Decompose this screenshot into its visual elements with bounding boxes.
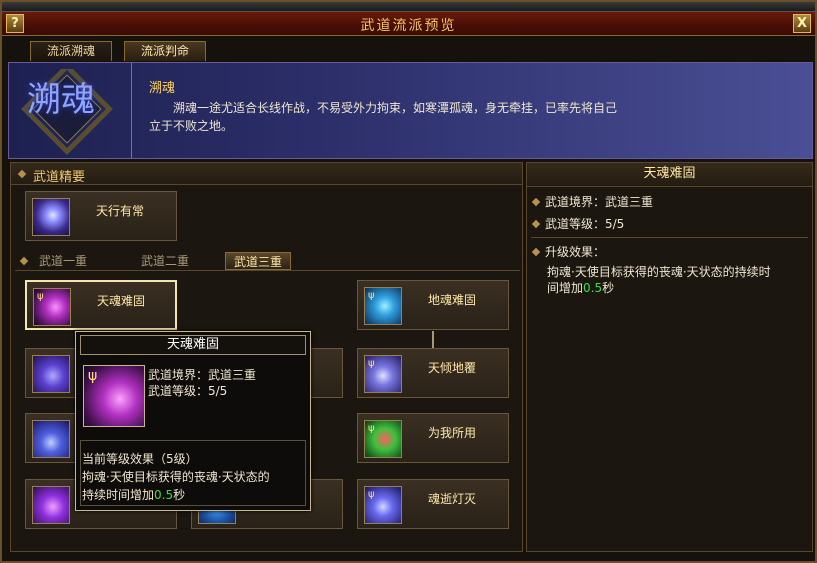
tab-bar: 流派溯魂 流派判命 — [30, 41, 207, 61]
upgrade-text-2: 间增加0.5秒 — [547, 279, 614, 296]
tooltip-realm: 武道境界：武道三重 — [148, 368, 257, 382]
tier-3-tab[interactable]: 武道三重 — [225, 252, 292, 270]
skill-glyph-icon: ψ — [368, 489, 375, 500]
skill-icon: ψ — [364, 420, 402, 458]
diamond-bullet-icon — [17, 169, 27, 179]
banner-divider — [131, 63, 132, 158]
skill-glyph-icon: ψ — [368, 423, 375, 434]
detail-title: 天魂难固 — [527, 163, 812, 187]
skill-icon: ψ — [364, 486, 402, 524]
upgrade-text-1: 拘魂·天使目标获得的丧魂·天状态的持续时 — [547, 265, 771, 279]
essence-header-label: 武道精要 — [33, 170, 86, 185]
skill-icon: ψ — [364, 355, 402, 393]
skill-name: 魂逝灯灭 — [428, 492, 477, 506]
skill-icon — [32, 198, 70, 236]
title-bar: ? 武道流派预览 X — [2, 12, 815, 36]
skill-name: 为我所用 — [428, 426, 477, 440]
skill-name: 天倾地覆 — [428, 361, 477, 375]
diamond-bullet-icon — [531, 197, 541, 207]
tooltip-effect-2: 持续时间增加0.5秒 — [82, 486, 185, 503]
tab-school-suhun[interactable]: 流派溯魂 — [30, 41, 113, 61]
skill-right-1[interactable]: ψ 天倾地覆 — [357, 348, 509, 398]
skill-glyph-icon: ψ — [368, 290, 375, 301]
essence-skill[interactable]: 天行有常 — [25, 191, 177, 241]
tooltip-current-header: 当前等级效果（5级） — [82, 452, 198, 466]
tier-1-tab[interactable]: 武道一重 — [39, 252, 87, 270]
skill-tooltip: 天魂难固 ψ 武道境界：武道三重 武道等级：5/5 当前等级效果（5级） 拘魂·… — [75, 331, 311, 511]
skill-glyph-icon: ψ — [368, 358, 375, 369]
skill-left-0[interactable]: ψ 天魂难固 — [25, 280, 177, 330]
upgrade-header: 升级效果： — [545, 245, 606, 259]
tab-school-panming[interactable]: 流派判命 — [124, 41, 207, 61]
upgrade-value: 0.5 — [583, 281, 603, 295]
school-name: 溯魂 — [149, 81, 176, 96]
upgrade-text-2a: 间增加 — [547, 281, 584, 295]
window-title: 武道流派预览 — [360, 18, 457, 34]
skill-icon — [32, 355, 70, 393]
emblem-text: 溯魂 — [27, 80, 95, 120]
school-preview-window: ? 武道流派预览 X 流派溯魂 流派判命 溯魂 溯魂 溯魂一途尤适合长线作战，不… — [0, 0, 817, 563]
skill-icon — [32, 420, 70, 458]
tree-connector — [432, 331, 434, 349]
tooltip-effect-2b: 秒 — [173, 488, 186, 502]
skill-icon — [32, 486, 70, 524]
skill-icon: ψ — [33, 288, 71, 326]
tier-bar: 武道一重 武道二重 武道三重 — [15, 251, 520, 271]
skill-glyph-icon: ψ — [37, 291, 44, 302]
essence-header: 武道精要 — [11, 163, 522, 185]
detail-divider — [531, 237, 808, 238]
detail-level: 武道等级：5/5 — [545, 217, 625, 231]
tooltip-title: 天魂难固 — [80, 335, 306, 355]
close-icon[interactable]: X — [793, 14, 811, 33]
skill-name: 地魂难固 — [428, 293, 477, 307]
skill-icon: ψ — [364, 287, 402, 325]
upgrade-text-2b: 秒 — [602, 281, 615, 295]
tooltip-level: 武道等级：5/5 — [148, 384, 228, 398]
tier-2-tab[interactable]: 武道二重 — [141, 252, 189, 270]
top-strip — [2, 2, 815, 12]
tooltip-effect-value: 0.5 — [154, 488, 174, 502]
tooltip-effect-1: 拘魂·天使目标获得的丧魂·天状态的 — [82, 470, 270, 484]
diamond-bullet-icon — [531, 247, 541, 257]
diamond-bullet-icon — [19, 256, 29, 266]
skill-glyph-icon: ψ — [88, 368, 98, 384]
skill-right-3[interactable]: ψ 魂逝灯灭 — [357, 479, 509, 529]
skill-right-0[interactable]: ψ 地魂难固 — [357, 280, 509, 330]
tooltip-effect-2a: 持续时间增加 — [82, 488, 155, 502]
skill-detail-panel: 天魂难固 武道境界：武道三重 武道等级：5/5 升级效果： 拘魂·天使目标获得的… — [526, 162, 813, 552]
tooltip-skill-icon: ψ — [83, 365, 145, 427]
detail-realm: 武道境界：武道三重 — [545, 195, 654, 209]
skill-name: 天魂难固 — [97, 294, 146, 308]
school-description: 溯魂一途尤适合长线作战，不易受外力拘束，如寒潭孤魂，身无牵挂，已率先将自己立于不… — [149, 101, 618, 133]
diamond-bullet-icon — [531, 219, 541, 229]
school-banner: 溯魂 溯魂 溯魂一途尤适合长线作战，不易受外力拘束，如寒潭孤魂，身无牵挂，已率先… — [8, 62, 813, 159]
skill-right-2[interactable]: ψ 为我所用 — [357, 413, 509, 463]
skill-name: 天行有常 — [96, 204, 145, 218]
